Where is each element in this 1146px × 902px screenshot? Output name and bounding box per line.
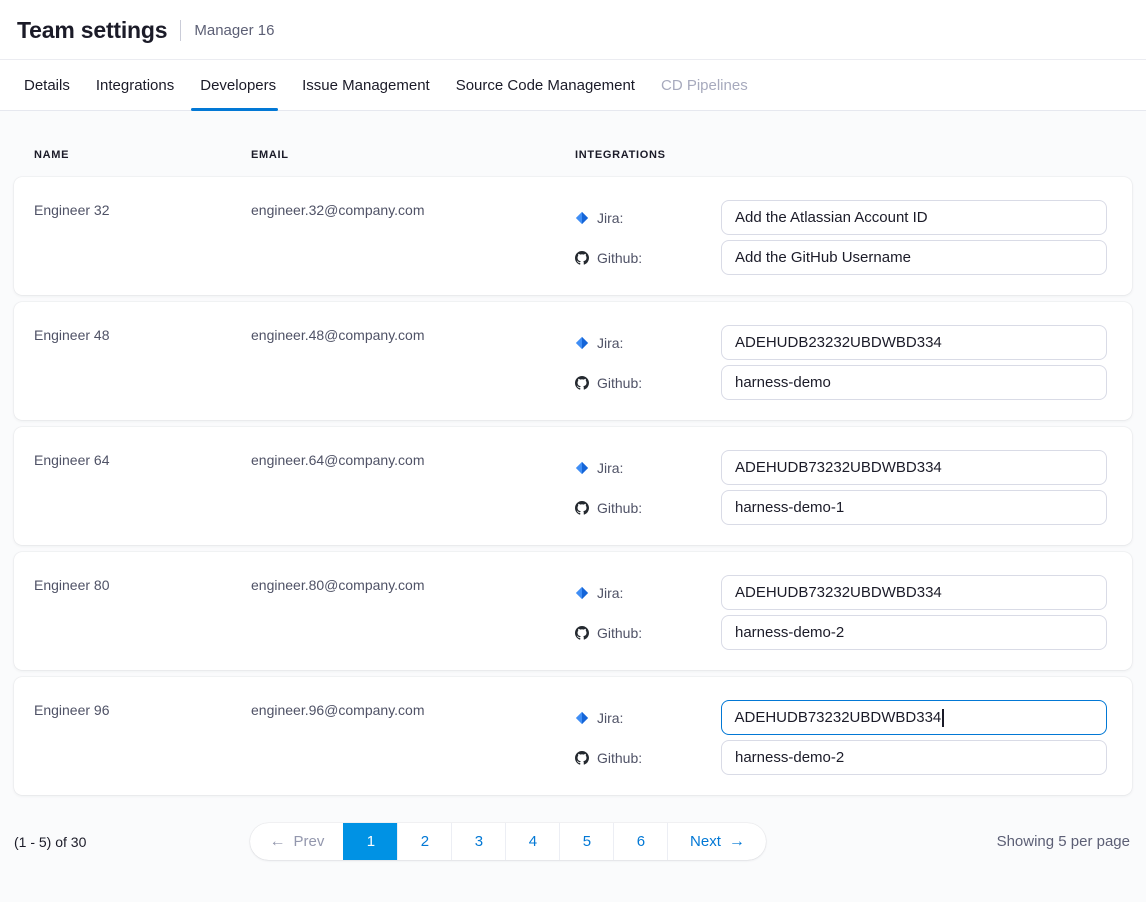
developer-name: Engineer 96 bbox=[34, 677, 251, 795]
github-label: Github: bbox=[597, 500, 642, 516]
github-username-input[interactable]: Add the GitHub Username bbox=[721, 240, 1107, 275]
jira-integration-row: Jira: ADEHUDB73232UBDWBD334 bbox=[575, 700, 1107, 735]
github-label: Github: bbox=[597, 625, 642, 641]
github-icon bbox=[575, 376, 589, 390]
developer-email: engineer.80@company.com bbox=[251, 552, 575, 670]
github-username-input[interactable]: harness-demo bbox=[721, 365, 1107, 400]
page-button-4[interactable]: 4 bbox=[505, 823, 559, 860]
jira-account-id-input[interactable]: ADEHUDB23232UBDWBD334 bbox=[721, 325, 1107, 360]
jira-account-id-input[interactable]: ADEHUDB73232UBDWBD334 bbox=[721, 700, 1107, 735]
next-button[interactable]: Next → bbox=[667, 823, 766, 860]
developer-row: Engineer 64 engineer.64@company.com Jira… bbox=[14, 427, 1132, 545]
github-username-input[interactable]: harness-demo-2 bbox=[721, 615, 1107, 650]
page-title: Team settings bbox=[17, 17, 167, 44]
developer-row: Engineer 96 engineer.96@company.com Jira… bbox=[14, 677, 1132, 795]
page-button-2[interactable]: 2 bbox=[397, 823, 451, 860]
github-integration-row: Github: harness-demo bbox=[575, 365, 1107, 400]
developer-name: Engineer 32 bbox=[34, 177, 251, 295]
tab-issue-management[interactable]: Issue Management bbox=[302, 60, 430, 110]
jira-label: Jira: bbox=[597, 210, 623, 226]
developer-email: engineer.48@company.com bbox=[251, 302, 575, 420]
jira-label: Jira: bbox=[597, 335, 623, 351]
github-icon bbox=[575, 251, 589, 265]
prev-label: Prev bbox=[294, 833, 325, 850]
jira-icon bbox=[575, 711, 589, 725]
jira-account-id-input[interactable]: Add the Atlassian Account ID bbox=[721, 200, 1107, 235]
tab-integrations[interactable]: Integrations bbox=[96, 60, 174, 110]
per-page-label: Showing 5 per page bbox=[997, 833, 1130, 850]
jira-integration-row: Jira: ADEHUDB23232UBDWBD334 bbox=[575, 325, 1107, 360]
github-integration-row: Github: harness-demo-2 bbox=[575, 740, 1107, 775]
developer-row: Engineer 32 engineer.32@company.com Jira… bbox=[14, 177, 1132, 295]
jira-label: Jira: bbox=[597, 585, 623, 601]
developer-name: Engineer 80 bbox=[34, 552, 251, 670]
prev-arrow-icon: ← bbox=[270, 834, 286, 850]
github-icon bbox=[575, 501, 589, 515]
github-integration-row: Github: harness-demo-1 bbox=[575, 490, 1107, 525]
github-label: Github: bbox=[597, 375, 642, 391]
tab-details[interactable]: Details bbox=[24, 60, 70, 110]
jira-icon bbox=[575, 211, 589, 225]
github-label: Github: bbox=[597, 250, 642, 266]
jira-integration-row: Jira: ADEHUDB73232UBDWBD334 bbox=[575, 575, 1107, 610]
tab-cd-pipelines[interactable]: CD Pipelines bbox=[661, 60, 748, 110]
text-cursor bbox=[942, 709, 944, 727]
page-button-3[interactable]: 3 bbox=[451, 823, 505, 860]
jira-icon bbox=[575, 461, 589, 475]
developer-row: Engineer 48 engineer.48@company.com Jira… bbox=[14, 302, 1132, 420]
column-header-integrations: INTEGRATIONS bbox=[575, 149, 1107, 161]
jira-account-id-input[interactable]: ADEHUDB73232UBDWBD334 bbox=[721, 575, 1107, 610]
jira-icon bbox=[575, 336, 589, 350]
developer-email: engineer.64@company.com bbox=[251, 427, 575, 545]
developer-row-list: Engineer 32 engineer.32@company.com Jira… bbox=[14, 177, 1132, 795]
developer-row: Engineer 80 engineer.80@company.com Jira… bbox=[14, 552, 1132, 670]
developer-email: engineer.32@company.com bbox=[251, 177, 575, 295]
github-icon bbox=[575, 626, 589, 640]
jira-account-id-input[interactable]: ADEHUDB73232UBDWBD334 bbox=[721, 450, 1107, 485]
pagination-bar: (1 - 5) of 30 ← Prev 123456 Next → Showi… bbox=[0, 802, 1146, 860]
developer-name: Engineer 48 bbox=[34, 302, 251, 420]
github-label: Github: bbox=[597, 750, 642, 766]
page-subtitle: Manager 16 bbox=[194, 22, 274, 39]
jira-integration-row: Jira: ADEHUDB73232UBDWBD334 bbox=[575, 450, 1107, 485]
github-icon bbox=[575, 751, 589, 765]
pager: ← Prev 123456 Next → bbox=[250, 823, 766, 860]
tab-bar: Details Integrations Developers Issue Manag… bbox=[0, 59, 1146, 111]
column-header-name: NAME bbox=[34, 149, 251, 161]
title-divider bbox=[180, 20, 181, 41]
prev-button[interactable]: ← Prev bbox=[250, 823, 343, 860]
page-button-1[interactable]: 1 bbox=[343, 823, 397, 860]
developer-name: Engineer 64 bbox=[34, 427, 251, 545]
github-username-input[interactable]: harness-demo-1 bbox=[721, 490, 1107, 525]
page-header: Team settings Manager 16 bbox=[0, 0, 1146, 59]
tab-developers[interactable]: Developers bbox=[200, 60, 276, 110]
jira-integration-row: Jira: Add the Atlassian Account ID bbox=[575, 200, 1107, 235]
github-integration-row: Github: harness-demo-2 bbox=[575, 615, 1107, 650]
tab-source-code-management[interactable]: Source Code Management bbox=[456, 60, 635, 110]
developer-email: engineer.96@company.com bbox=[251, 677, 575, 795]
page-button-5[interactable]: 5 bbox=[559, 823, 613, 860]
github-username-input[interactable]: harness-demo-2 bbox=[721, 740, 1107, 775]
jira-label: Jira: bbox=[597, 710, 623, 726]
next-arrow-icon: → bbox=[729, 834, 745, 850]
jira-icon bbox=[575, 586, 589, 600]
page-button-6[interactable]: 6 bbox=[613, 823, 667, 860]
table-header-row: NAME EMAIL INTEGRATIONS bbox=[14, 111, 1132, 177]
column-header-email: EMAIL bbox=[251, 149, 575, 161]
developers-table: NAME EMAIL INTEGRATIONS Engineer 32 engi… bbox=[0, 111, 1146, 795]
next-label: Next bbox=[690, 833, 721, 850]
jira-label: Jira: bbox=[597, 460, 623, 476]
github-integration-row: Github: Add the GitHub Username bbox=[575, 240, 1107, 275]
